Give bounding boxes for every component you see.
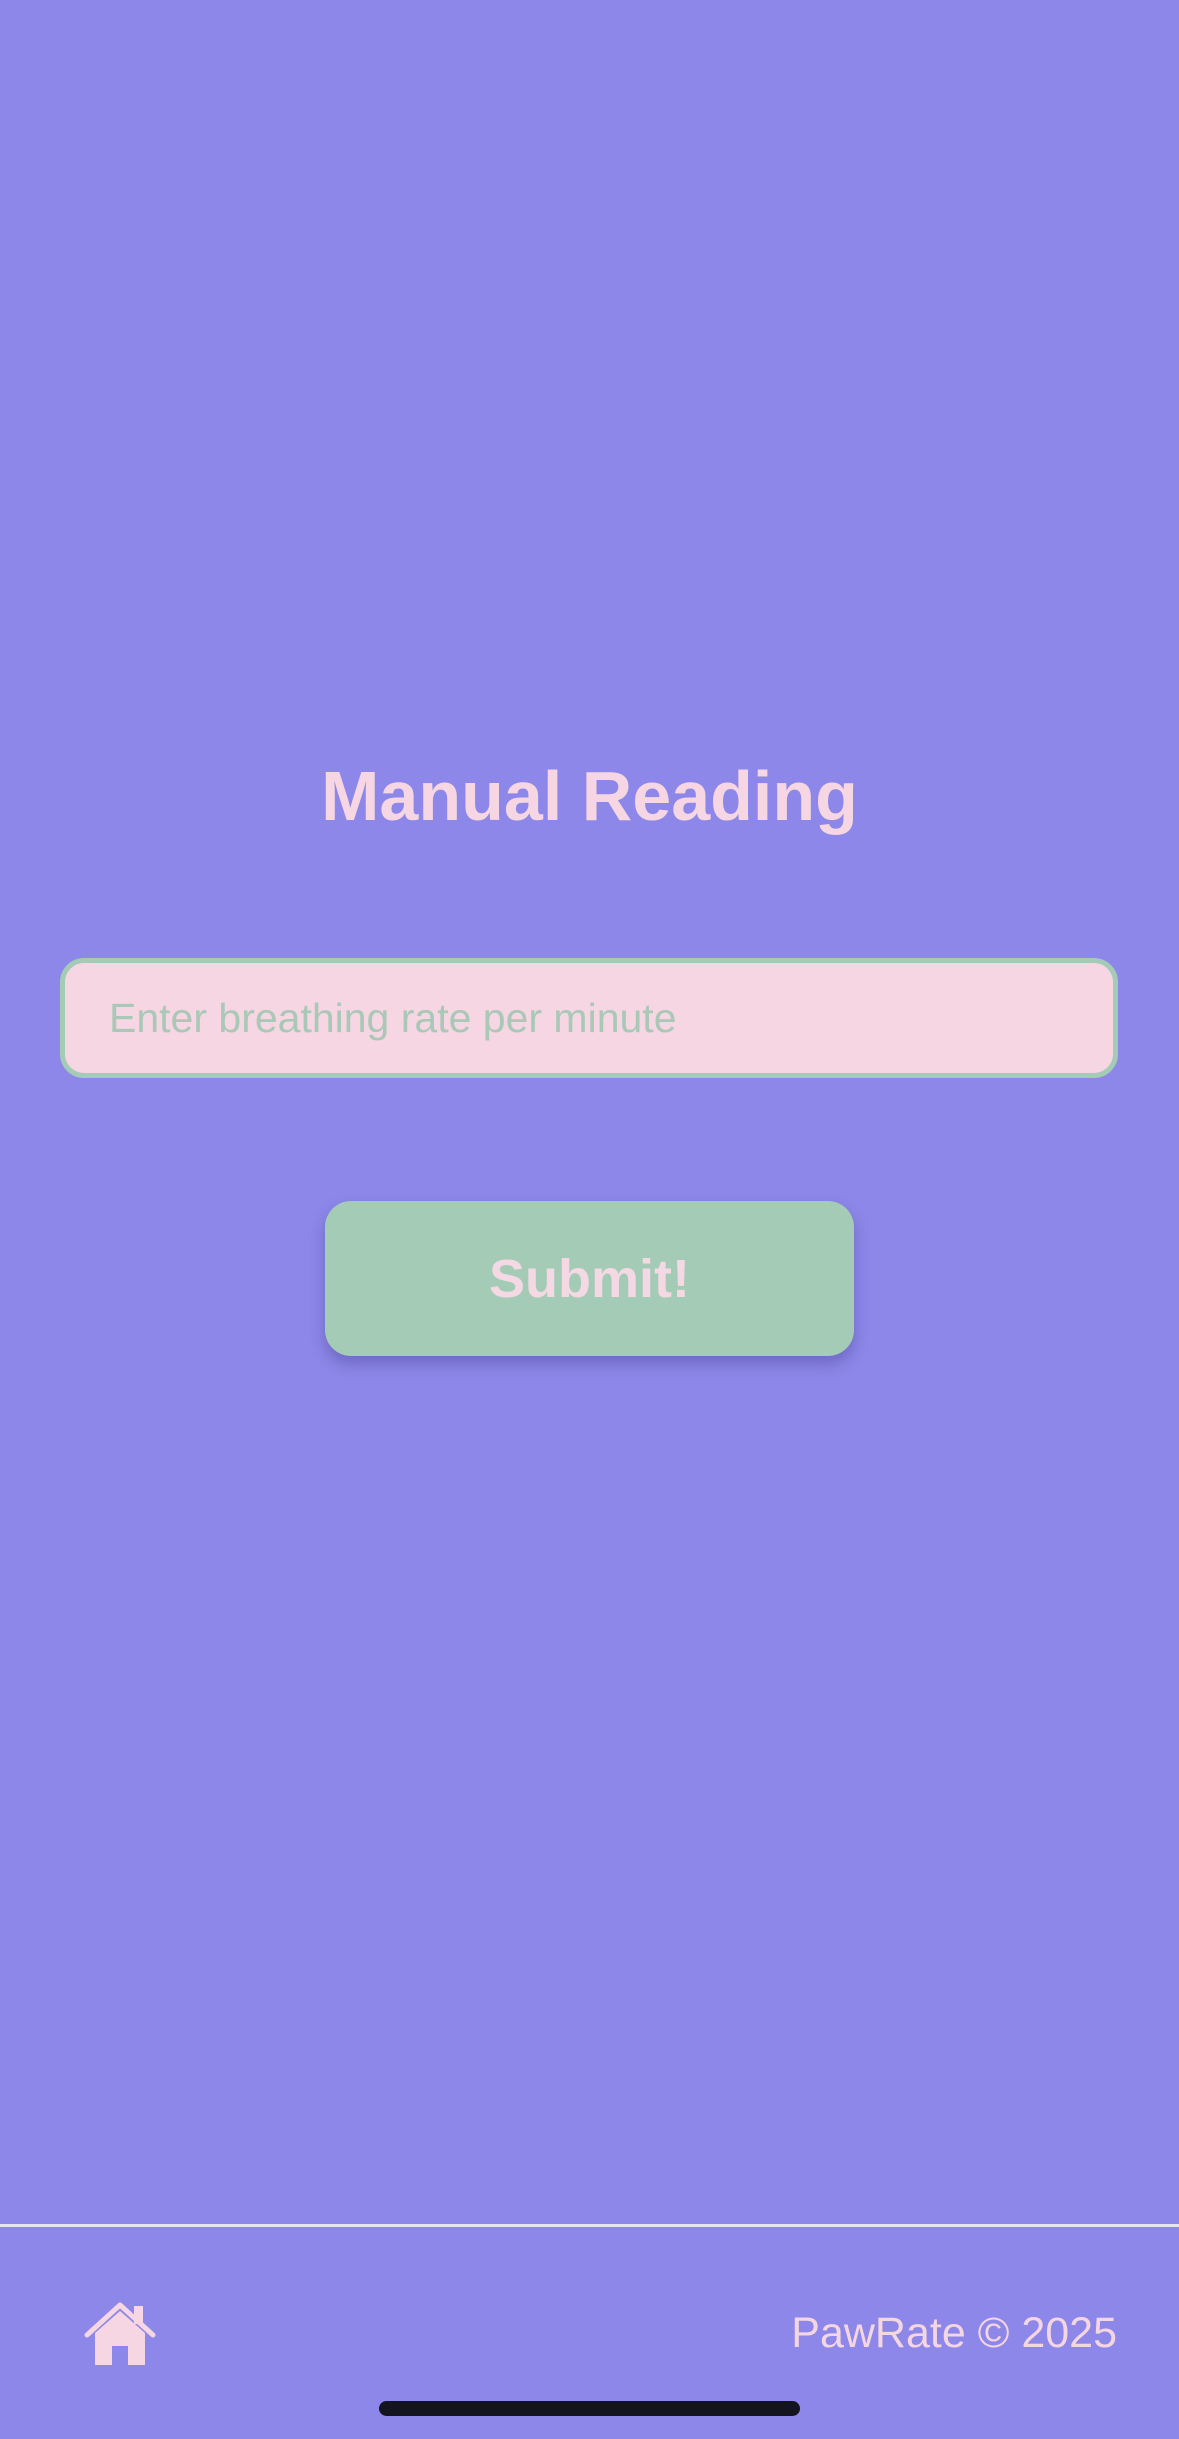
home-icon[interactable] <box>84 2300 156 2366</box>
page-title: Manual Reading <box>321 757 858 835</box>
breathing-rate-input[interactable] <box>60 958 1118 1078</box>
copyright-text: PawRate © 2025 <box>791 2309 1117 2357</box>
submit-button[interactable]: Submit! <box>325 1201 854 1356</box>
footer-divider <box>0 2224 1179 2227</box>
home-indicator[interactable] <box>379 2401 800 2416</box>
